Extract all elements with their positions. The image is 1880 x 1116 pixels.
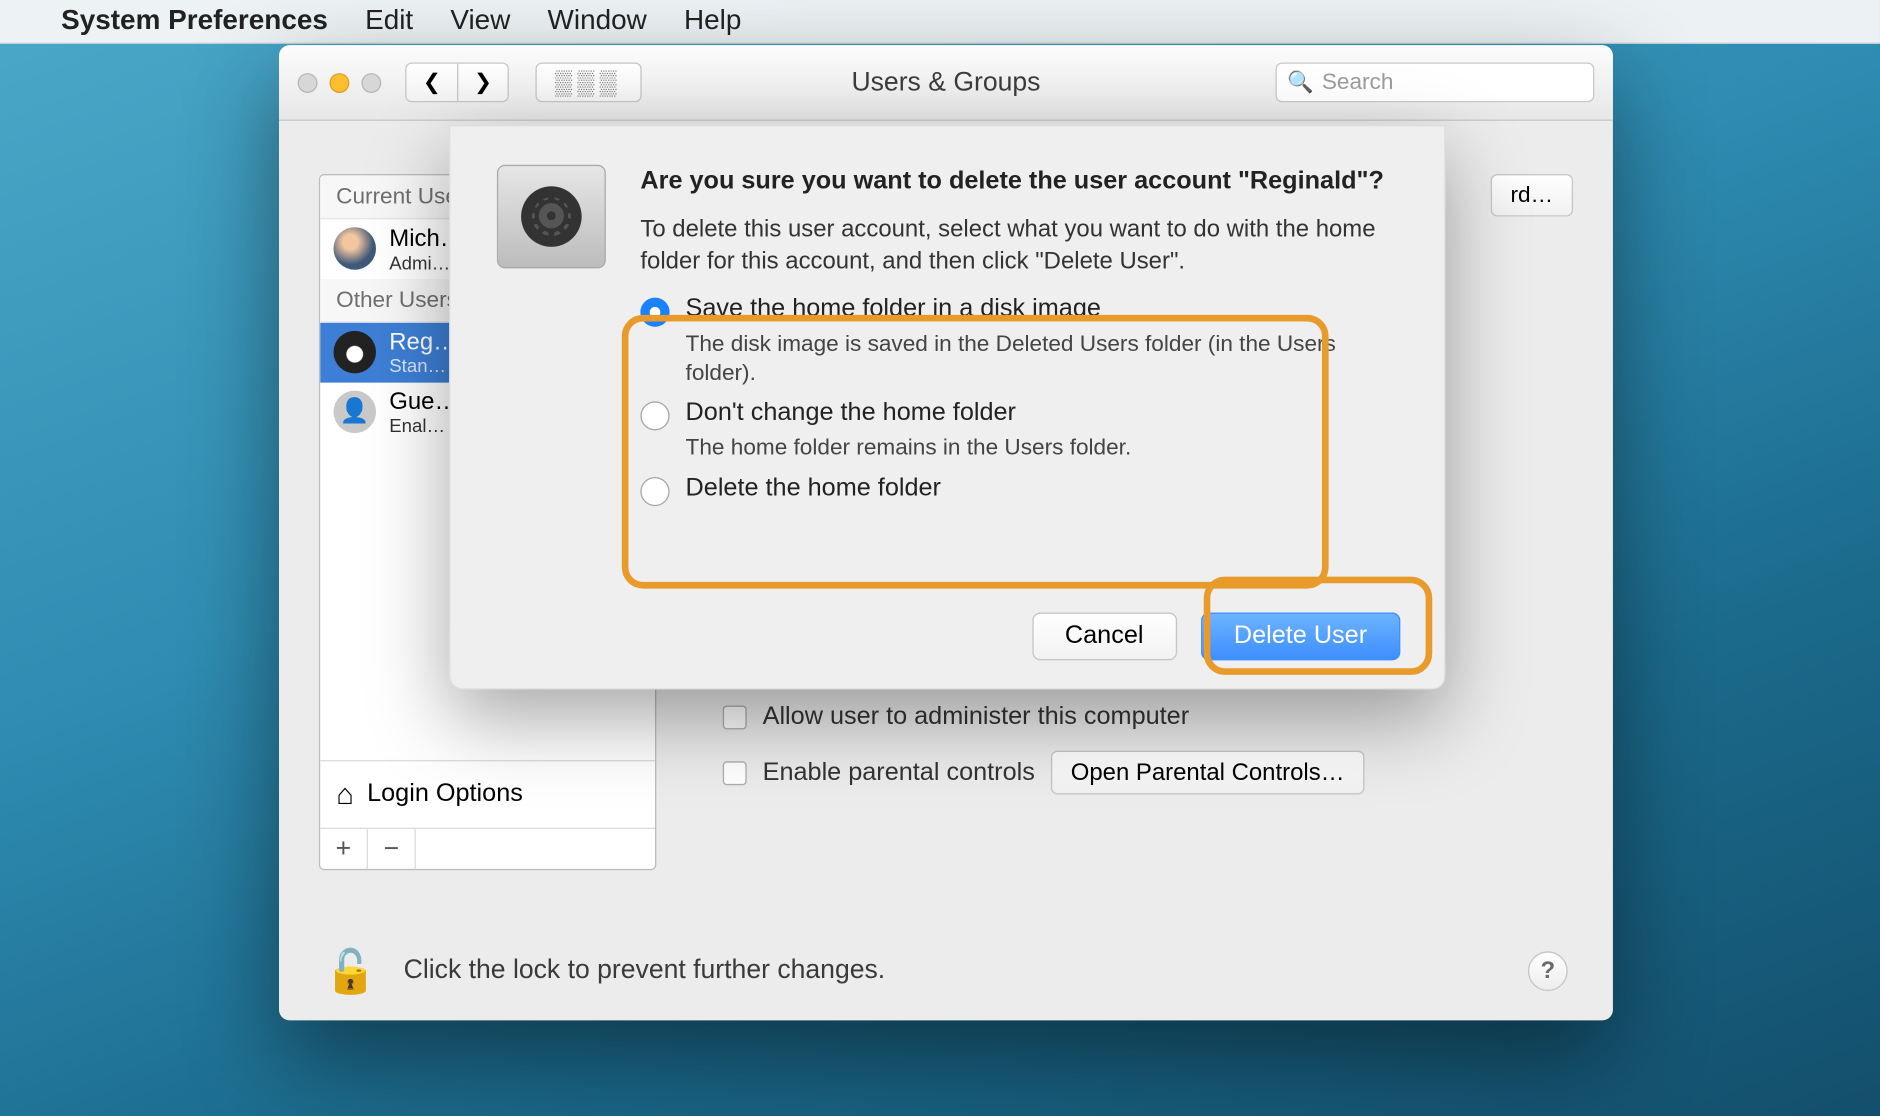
menu-edit[interactable]: Edit: [365, 5, 413, 37]
dialog-body: To delete this user account, select what…: [640, 212, 1397, 277]
back-button[interactable]: ❮: [407, 64, 457, 101]
search-icon: 🔍: [1287, 69, 1313, 96]
radio-dont-change[interactable]: Don't change the home folder: [640, 399, 1397, 431]
open-parental-controls-button[interactable]: Open Parental Controls…: [1051, 751, 1365, 795]
app-menu[interactable]: System Preferences: [61, 5, 328, 37]
user-role: Enal…: [389, 415, 458, 436]
login-options[interactable]: ⌂ Login Options: [320, 760, 655, 828]
menubar: System Preferences Edit View Window Help: [0, 0, 1880, 44]
home-icon: ⌂: [336, 777, 354, 812]
user-role: Stan…: [389, 355, 457, 376]
parental-checkbox-label: Enable parental controls: [763, 758, 1035, 787]
forward-button[interactable]: ❯: [457, 64, 507, 101]
radio-icon[interactable]: [640, 298, 669, 327]
admin-checkbox-row[interactable]: Allow user to administer this computer: [723, 703, 1520, 732]
search-input[interactable]: [1322, 69, 1583, 96]
show-all-button[interactable]: ▒▒▒: [535, 62, 641, 102]
avatar-icon: [333, 331, 376, 374]
close-icon[interactable]: [298, 72, 318, 92]
dialog-options: Save the home folder in a disk image The…: [640, 295, 1397, 505]
traffic-lights: [298, 72, 382, 92]
user-name: Gue…: [389, 387, 458, 414]
footer: 🔓 Click the lock to prevent further chan…: [279, 921, 1613, 1021]
change-password-button[interactable]: rd…: [1491, 174, 1574, 217]
dialog-title: Are you sure you want to delete the user…: [640, 165, 1397, 199]
radio-label: Save the home folder in a disk image: [686, 295, 1101, 324]
radio-delete-folder[interactable]: Delete the home folder: [640, 474, 1397, 506]
delete-user-dialog: ⚙ Are you sure you want to delete the us…: [449, 125, 1445, 690]
cancel-button[interactable]: Cancel: [1032, 612, 1177, 660]
search-field[interactable]: 🔍: [1275, 62, 1594, 102]
minimize-icon[interactable]: [329, 72, 349, 92]
avatar-icon: [333, 228, 376, 271]
radio-save-disk-image[interactable]: Save the home folder in a disk image: [640, 295, 1397, 327]
parental-checkbox-row[interactable]: Enable parental controls: [723, 758, 1035, 787]
delete-user-button[interactable]: Delete User: [1201, 612, 1401, 660]
avatar-icon: 👤: [333, 391, 376, 434]
admin-checkbox-label: Allow user to administer this computer: [763, 703, 1190, 732]
radio-label: Don't change the home folder: [686, 399, 1016, 428]
maximize-icon[interactable]: [361, 72, 381, 92]
user-name: Reg…: [389, 328, 457, 355]
checkbox-icon[interactable]: [723, 705, 747, 729]
remove-user-button[interactable]: −: [368, 829, 416, 869]
add-user-button[interactable]: +: [320, 829, 368, 869]
login-options-label: Login Options: [367, 780, 523, 809]
add-remove-bar: + −: [320, 828, 655, 869]
menu-view[interactable]: View: [450, 5, 510, 37]
radio-subtext: The home folder remains in the Users fol…: [686, 434, 1398, 463]
help-button[interactable]: ?: [1528, 951, 1568, 991]
radio-subtext: The disk image is saved in the Deleted U…: [686, 330, 1398, 389]
menu-window[interactable]: Window: [548, 5, 647, 37]
radio-label: Delete the home folder: [686, 474, 941, 503]
radio-icon[interactable]: [640, 402, 669, 431]
system-preferences-icon: ⚙: [497, 165, 606, 269]
lock-text: Click the lock to prevent further change…: [404, 955, 885, 986]
titlebar: ❮ ❯ ▒▒▒ Users & Groups 🔍: [279, 45, 1613, 121]
menu-help[interactable]: Help: [684, 5, 741, 37]
checkbox-icon[interactable]: [723, 761, 747, 785]
lock-icon[interactable]: 🔓: [324, 945, 377, 995]
window-title: Users & Groups: [851, 67, 1040, 98]
radio-icon[interactable]: [640, 476, 669, 505]
nav-back-forward: ❮ ❯: [405, 62, 509, 102]
